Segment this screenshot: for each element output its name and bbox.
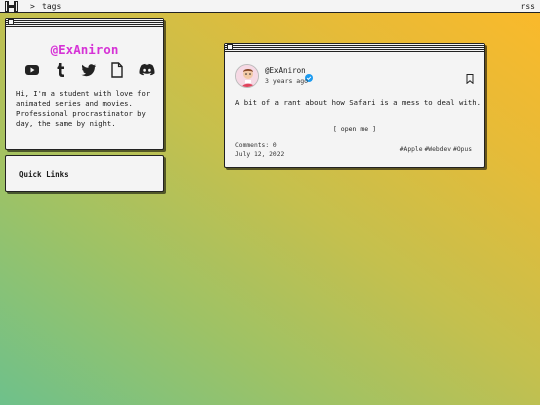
quick-links-title: Quick Links — [19, 170, 69, 179]
window-close-box[interactable] — [227, 44, 233, 50]
post-time-ago: 3 years ago — [265, 77, 309, 85]
post-date: July 12, 2022 — [235, 151, 285, 158]
tag-link[interactable]: #Webdev — [424, 146, 451, 153]
quick-links-window: Quick Links — [5, 155, 164, 192]
profile-window: @ExAniron Hi, I'm a student with love fo… — [5, 18, 164, 150]
breadcrumb-tags[interactable]: tags — [42, 0, 61, 13]
social-links — [24, 62, 159, 78]
avatar[interactable] — [235, 64, 259, 88]
post-card: @ExAniron 3 years ago A bit of a rant ab… — [224, 43, 485, 168]
comment-count[interactable]: Comments: 0 — [235, 142, 277, 149]
verified-badge-icon — [305, 67, 313, 82]
tag-link[interactable]: #Apple — [400, 146, 423, 153]
post-tags: #Apple #Webdev #Opus — [398, 146, 472, 153]
window-close-box[interactable] — [8, 19, 14, 25]
bookmark-icon[interactable] — [466, 69, 474, 85]
window-titlebar — [225, 44, 484, 52]
tumblr-icon[interactable] — [53, 62, 69, 78]
document-icon[interactable] — [109, 62, 125, 78]
discord-icon[interactable] — [138, 62, 155, 78]
window-titlebar — [6, 19, 163, 27]
tag-link[interactable]: #Opus — [453, 146, 472, 153]
breadcrumb-separator: > — [30, 2, 35, 11]
open-post-link[interactable]: [ open me ] — [225, 125, 484, 133]
rss-link[interactable]: rss — [521, 0, 535, 13]
h-logo-icon[interactable] — [5, 1, 18, 12]
profile-bio: Hi, I'm a student with love for animated… — [16, 89, 151, 128]
top-bar: > tags rss — [0, 0, 540, 13]
profile-handle: @ExAniron — [50, 42, 119, 57]
youtube-icon[interactable] — [24, 62, 40, 78]
twitter-icon[interactable] — [81, 62, 97, 78]
post-text: A bit of a rant about how Safari is a me… — [235, 98, 482, 107]
post-author[interactable]: @ExAniron — [265, 66, 306, 75]
